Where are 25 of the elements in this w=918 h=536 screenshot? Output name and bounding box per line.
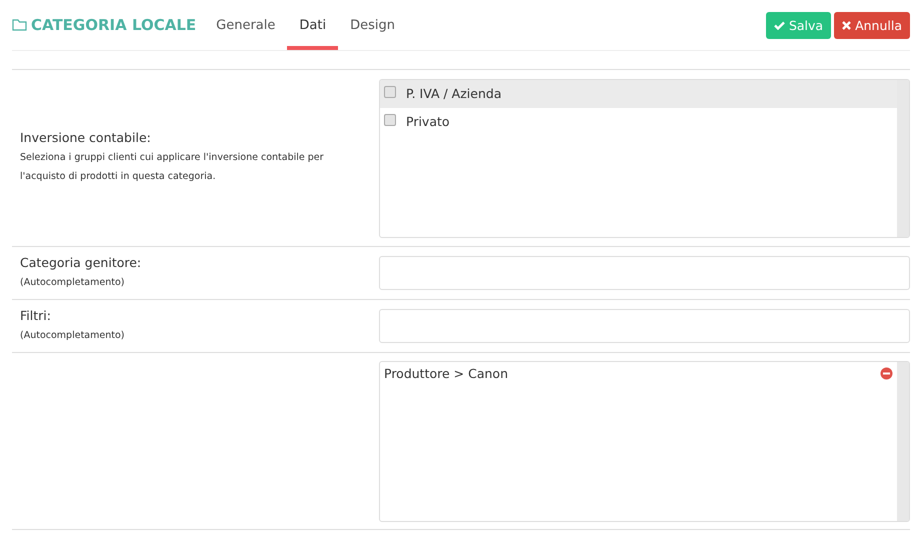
field-hint: (Autocompletamento) xyxy=(20,276,126,290)
tab[interactable]: Dati xyxy=(287,0,338,50)
autocomplete-field[interactable] xyxy=(379,309,910,343)
field-hint: (Autocompletamento) xyxy=(20,328,126,342)
tab[interactable]: Generale xyxy=(204,0,288,50)
field-label: Filtri: xyxy=(20,308,52,322)
checkbox[interactable] xyxy=(384,86,396,98)
scrollbar[interactable] xyxy=(897,362,909,520)
scrollbar[interactable] xyxy=(897,80,909,236)
page-title: CATEGORIA LOCALE xyxy=(31,16,196,34)
autocomplete-field[interactable] xyxy=(379,256,910,290)
folder-icon xyxy=(12,19,27,31)
field-hint: Seleziona i gruppi clienti cui applicare l'inversione contabile per l'acquisto di prodotti in questa categoria. xyxy=(20,151,325,184)
checkbox[interactable] xyxy=(384,114,396,126)
remove-icon[interactable] xyxy=(880,366,893,380)
field-label: Categoria genitore: xyxy=(20,254,142,270)
option-label: P. IVA / Azienda xyxy=(406,86,502,101)
tag-label: Produttore > Canon xyxy=(384,366,508,380)
field-label: Inversione contabile: xyxy=(20,130,152,145)
list-option[interactable]: P. IVA / Azienda xyxy=(380,80,897,108)
tab[interactable]: Design xyxy=(338,0,407,50)
option-label: Privato xyxy=(406,114,450,129)
check-icon xyxy=(774,20,785,30)
close-icon xyxy=(842,20,852,30)
cancel-button[interactable]: Annulla xyxy=(834,12,910,38)
